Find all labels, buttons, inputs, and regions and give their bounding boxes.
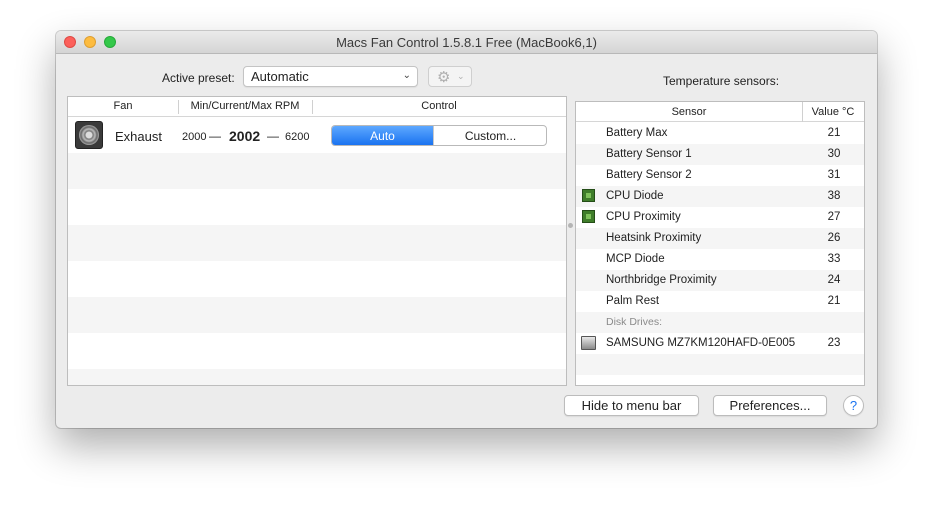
rpm-column-header[interactable]: Min/Current/Max RPM (178, 100, 312, 112)
disk-drives-group-label: Disk Drives: (606, 316, 663, 328)
fan-icon (75, 121, 103, 149)
temperature-sensors-label: Temperature sensors: (663, 74, 780, 88)
sensor-value: 21 (827, 295, 841, 307)
sensor-value: 26 (827, 232, 841, 244)
gear-icon: ⚙ (437, 69, 451, 86)
control-column-header[interactable]: Control (312, 100, 566, 112)
sensor-row[interactable]: SAMSUNG MZ7KM120HAFD-0E005 23 (576, 333, 864, 354)
fan-current-rpm: 2002 (229, 128, 261, 144)
fan-column-header[interactable]: Fan (68, 100, 178, 112)
sensor-value: 24 (827, 274, 841, 286)
auto-control-button[interactable]: Auto (332, 126, 433, 145)
fan-max-rpm: 6200 (285, 131, 310, 143)
sensor-row[interactable]: Battery Sensor 1 30 (576, 144, 864, 165)
sensor-name: MCP Diode (606, 253, 665, 265)
chevron-down-icon: ⌄ (457, 71, 465, 81)
active-preset-label: Active preset: (162, 71, 235, 85)
sensor-row[interactable]: Battery Sensor 2 31 (576, 165, 864, 186)
sensor-row[interactable]: Northbridge Proximity 24 (576, 270, 864, 291)
sensor-row[interactable]: MCP Diode 33 (576, 249, 864, 270)
sensor-value: 31 (827, 169, 841, 181)
help-button[interactable]: ? (843, 395, 864, 416)
sensor-value: 38 (827, 190, 841, 202)
preferences-button[interactable]: Preferences... (713, 395, 827, 416)
rpm-separator: — (209, 129, 221, 143)
sensor-value: 33 (827, 253, 841, 265)
sensor-name: Palm Rest (606, 295, 660, 307)
empty-row (68, 369, 566, 385)
sensor-row[interactable]: Battery Max 21 (576, 123, 864, 144)
title-bar[interactable]: Macs Fan Control 1.5.8.1 Free (MacBook6,… (56, 31, 877, 54)
sensor-table-header: Sensor Value °C (576, 102, 864, 122)
fan-table-header: Fan Min/Current/Max RPM Control (68, 97, 566, 117)
sensor-table: Sensor Value °C Battery Max 21 Battery S… (575, 101, 865, 386)
active-preset-select[interactable]: Automatic ⌄ (243, 66, 418, 87)
empty-row (68, 189, 566, 225)
active-preset-value: Automatic (251, 69, 309, 84)
sensor-name: Battery Max (606, 127, 668, 139)
sensor-column-header[interactable]: Sensor (576, 106, 802, 118)
empty-row (576, 354, 864, 375)
sensor-value: 23 (827, 337, 841, 349)
sensor-name: SAMSUNG MZ7KM120HAFD-0E005 (606, 337, 796, 349)
window-title: Macs Fan Control 1.5.8.1 Free (MacBook6,… (336, 35, 597, 50)
sensor-value: 30 (827, 148, 841, 160)
sensor-group-row: Disk Drives: (576, 312, 864, 333)
empty-row (68, 153, 566, 189)
sensor-row[interactable]: Palm Rest 21 (576, 291, 864, 312)
fan-control-segmented: Auto Custom... (331, 125, 547, 146)
sensor-name: Heatsink Proximity (606, 232, 702, 244)
chip-icon (582, 210, 595, 223)
sensor-name: CPU Diode (606, 190, 664, 202)
hard-disk-icon (581, 336, 596, 350)
empty-row (68, 333, 566, 369)
sensor-name: Northbridge Proximity (606, 274, 717, 286)
sensor-value: 27 (827, 211, 841, 223)
split-view-divider-handle[interactable] (568, 223, 573, 228)
sensor-value: 21 (827, 127, 841, 139)
sensor-name: CPU Proximity (606, 211, 681, 223)
sensor-row[interactable]: Heatsink Proximity 26 (576, 228, 864, 249)
hide-to-menu-bar-button[interactable]: Hide to menu bar (564, 395, 699, 416)
fan-min-rpm: 2000 (182, 131, 207, 143)
sensor-row[interactable]: CPU Proximity 27 (576, 207, 864, 228)
empty-row (68, 225, 566, 261)
app-window: Macs Fan Control 1.5.8.1 Free (MacBook6,… (56, 31, 877, 428)
sensor-row[interactable]: CPU Diode 38 (576, 186, 864, 207)
empty-row (68, 297, 566, 333)
sensor-name: Battery Sensor 1 (606, 148, 692, 160)
value-column-header[interactable]: Value °C (802, 106, 864, 118)
chip-icon (582, 189, 595, 202)
rpm-separator: — (267, 129, 279, 143)
fan-name: Exhaust (115, 129, 162, 144)
sensor-name: Battery Sensor 2 (606, 169, 692, 181)
custom-control-button[interactable]: Custom... (433, 126, 546, 145)
chevron-down-icon: ⌄ (402, 70, 411, 81)
gear-menu-button[interactable]: ⚙ ⌄ (428, 66, 472, 87)
empty-row (68, 261, 566, 297)
fan-table: Fan Min/Current/Max RPM Control Exhaust … (67, 96, 567, 386)
